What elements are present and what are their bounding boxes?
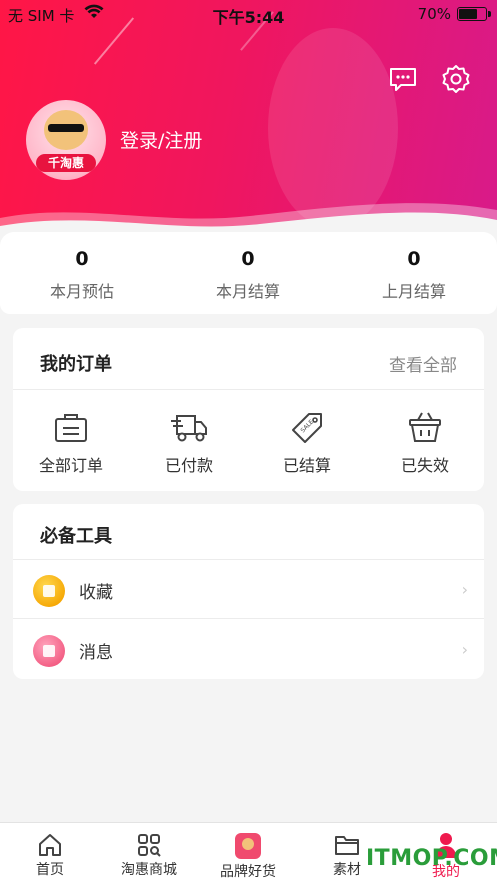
tab-label: 淘惠商城 — [121, 862, 177, 878]
brand-icon — [235, 833, 261, 859]
grid-search-icon — [138, 834, 161, 857]
chevron-right-icon: › — [461, 640, 468, 659]
stat-label: 本月结算 — [215, 282, 280, 301]
truck-icon — [171, 415, 207, 442]
tab-label: 首页 — [36, 862, 64, 878]
tools-card: 必备工具 收藏 › 消息 › — [13, 504, 484, 679]
avatar[interactable]: 千淘惠 — [26, 100, 106, 180]
order-expired[interactable]: 已失效 — [375, 410, 475, 476]
battery-percent: 70% — [417, 5, 451, 23]
stat-this-month-estimate[interactable]: 0 本月预估 — [12, 248, 152, 302]
status-bar: 无 SIM 卡 下午5:44 70% — [0, 0, 497, 28]
message-bubble-icon[interactable] — [388, 64, 418, 94]
order-label: 已失效 — [400, 456, 449, 475]
stat-value: 0 — [241, 248, 255, 270]
home-icon — [39, 834, 61, 856]
stat-label: 本月预估 — [49, 282, 114, 301]
bag-icon — [55, 414, 87, 442]
watermark: ITMOP.COM — [366, 846, 497, 871]
stat-value: 0 — [407, 248, 421, 270]
stat-this-month-settled[interactable]: 0 本月结算 — [178, 248, 318, 302]
favorite-icon — [33, 575, 65, 607]
my-orders-card: 我的订单 查看全部 全部订单 已付款 SALE 已结算 已失效 — [13, 328, 484, 491]
tool-label: 收藏 — [79, 583, 113, 603]
sale-tag-icon: SALE — [292, 413, 322, 443]
orders-title: 我的订单 — [40, 354, 112, 375]
avatar-logo-text: 千淘惠 — [36, 154, 96, 172]
tab-home[interactable]: 首页 — [0, 833, 100, 879]
orders-header: 我的订单 查看全部 — [13, 328, 484, 390]
tool-messages[interactable]: 消息 › — [13, 620, 484, 679]
tab-label: 品牌好货 — [220, 864, 276, 880]
stat-last-month-settled[interactable]: 0 上月结算 — [344, 248, 484, 302]
order-label: 全部订单 — [38, 456, 103, 475]
tab-brand-goods[interactable]: 品牌好货 — [198, 833, 298, 881]
basket-icon — [409, 412, 441, 442]
stat-value: 0 — [75, 248, 89, 270]
stat-label: 上月结算 — [381, 282, 446, 301]
chevron-right-icon: › — [461, 580, 468, 599]
earnings-stats: 0 本月预估 0 本月结算 0 上月结算 — [0, 232, 497, 314]
order-all[interactable]: 全部订单 — [21, 410, 121, 476]
login-register-link[interactable]: 登录/注册 — [120, 126, 202, 153]
message-icon — [33, 635, 65, 667]
tool-label: 消息 — [79, 643, 113, 663]
order-settled[interactable]: SALE 已结算 — [257, 410, 357, 476]
folder-icon — [335, 836, 359, 855]
order-label: 已付款 — [164, 456, 213, 475]
order-label: 已结算 — [282, 456, 331, 475]
tab-mall[interactable]: 淘惠商城 — [99, 833, 199, 879]
order-paid[interactable]: 已付款 — [139, 410, 239, 476]
battery-icon — [457, 7, 491, 21]
tools-title: 必备工具 — [40, 526, 112, 547]
gear-icon[interactable] — [441, 64, 471, 94]
tools-header: 必备工具 — [13, 504, 484, 560]
view-all-orders-link[interactable]: 查看全部 — [389, 351, 457, 376]
tool-favorites[interactable]: 收藏 › — [13, 560, 484, 619]
battery-fill — [459, 9, 477, 19]
